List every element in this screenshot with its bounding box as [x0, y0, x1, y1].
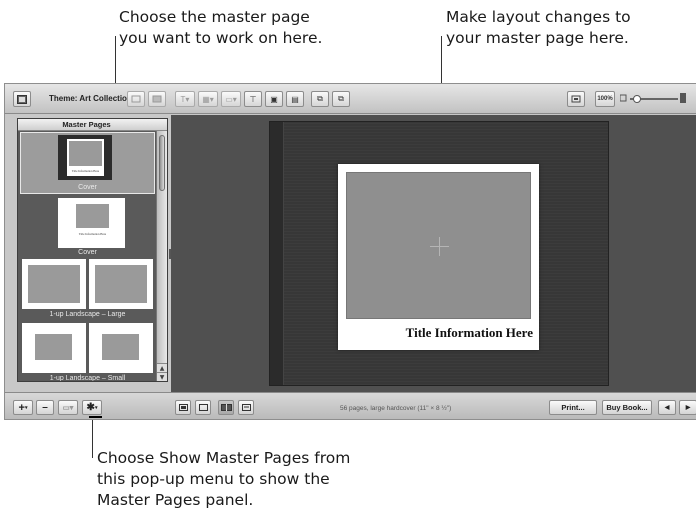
caption-box-icon: ▤: [291, 94, 299, 104]
view-single-page-button[interactable]: [175, 400, 191, 415]
toolbar: Theme: Art Collection T▾ ▦▾ ▭▾ ⊤ ▣ ▤ ⧉ ⧉: [5, 84, 696, 114]
cover-title-text[interactable]: Title Information Here: [406, 325, 533, 341]
send-backward-button[interactable]: ⧉: [332, 91, 350, 107]
scrollbar-thumb[interactable]: [159, 135, 165, 191]
popup-indicator: [89, 416, 102, 418]
action-popup-button[interactable]: ✱ ▾: [82, 400, 102, 415]
next-page-button[interactable]: ▶: [679, 400, 696, 415]
page-view-icon: [198, 404, 208, 411]
right-arrow-icon: ▶: [685, 405, 691, 411]
thumb-label: 1-up Landscape – Small: [49, 375, 126, 382]
photo-frame[interactable]: Title Information Here: [338, 164, 539, 350]
all-pages-icon: [241, 404, 251, 411]
callout-line: Master Pages panel.: [97, 491, 254, 509]
iphoto-book-window: Theme: Art Collection T▾ ▦▾ ▭▾ ⊤ ▣ ▤ ⧉ ⧉: [4, 83, 696, 420]
thumb-caption: Title Information Here: [78, 232, 107, 236]
sidebar-scrollbar[interactable]: ▲ ▼: [156, 131, 167, 381]
book-status-text: 56 pages, large hardcover (11" × 8 ½"): [340, 405, 452, 412]
buy-book-button[interactable]: Buy Book...: [602, 400, 652, 415]
text-style-button[interactable]: T▾: [175, 91, 195, 107]
design-button[interactable]: ▭▾: [221, 91, 241, 107]
view-page-button[interactable]: [195, 400, 211, 415]
zoom-slider[interactable]: [620, 93, 686, 105]
master-page-thumb-cover[interactable]: Title Information Here Cover: [18, 197, 157, 257]
single-page-view-icon: [178, 404, 188, 411]
master-page-thumb-landscape-large[interactable]: 1-up Landscape – Large: [18, 259, 157, 321]
thumb-label: 1-up Landscape – Large: [49, 311, 126, 318]
text-icon: T▾: [180, 94, 190, 104]
thumb-caption: Title Information Here: [71, 169, 100, 173]
view-spread-button[interactable]: [218, 400, 234, 415]
callout-line: Make layout changes to: [446, 8, 631, 26]
layout-canvas[interactable]: Title Information Here: [171, 115, 696, 392]
spread-view-icon: [220, 404, 232, 411]
single-page-icon: [131, 95, 141, 103]
scroll-up-arrow[interactable]: ▲: [157, 363, 167, 372]
book-spine: [270, 122, 284, 385]
crosshair-icon: [439, 237, 440, 256]
layout-single-button[interactable]: [127, 91, 145, 107]
fit-page-button[interactable]: [567, 91, 585, 107]
callout-layout-changes: Make layout changes to your master page …: [446, 7, 631, 49]
spread-page-icon: [152, 95, 162, 103]
master-page-thumb-landscape-small[interactable]: 1-up Landscape – Small: [18, 323, 157, 382]
page-type-button[interactable]: ▭▾: [58, 400, 78, 415]
design-icon: ▭▾: [225, 94, 237, 104]
add-page-button[interactable]: + ▾: [13, 400, 33, 415]
send-backward-icon: ⧉: [338, 94, 344, 103]
fit-page-icon: [571, 95, 581, 103]
callout-line: this pop-up menu to show the: [97, 470, 330, 488]
master-pages-header: Master Pages: [18, 119, 167, 131]
photo-placeholder[interactable]: [346, 172, 531, 319]
callout-line: Choose the master page: [119, 8, 310, 26]
gear-icon: ✱: [86, 402, 95, 413]
view-all-pages-button[interactable]: [238, 400, 254, 415]
text-box-icon: ⊤: [249, 94, 257, 104]
left-arrow-icon: ◀: [664, 405, 670, 411]
callout-show-master-pages: Choose Show Master Pages from this pop-u…: [97, 448, 350, 511]
add-text-button[interactable]: ⊤: [244, 91, 262, 107]
callout-line: you want to work on here.: [119, 29, 323, 47]
print-button[interactable]: Print...: [549, 400, 597, 415]
zoom-100-button[interactable]: 100%: [595, 91, 615, 107]
master-pages-list: Title Information Here Cover Title Infor…: [18, 131, 157, 381]
book-icon: [17, 94, 27, 104]
page-type-icon: ▭▾: [62, 403, 74, 412]
layout-spread-button[interactable]: [148, 91, 166, 107]
themes-button[interactable]: [13, 91, 31, 107]
background-icon: ▦▾: [202, 94, 214, 104]
callout-line: Choose Show Master Pages from: [97, 449, 351, 467]
background-button[interactable]: ▦▾: [198, 91, 218, 107]
add-caption-button[interactable]: ▤: [286, 91, 304, 107]
remove-icon: –: [42, 402, 48, 413]
add-photo-button[interactable]: ▣: [265, 91, 283, 107]
book-cover[interactable]: Title Information Here: [269, 121, 609, 386]
scroll-down-arrow[interactable]: ▼: [157, 372, 167, 381]
remove-page-button[interactable]: –: [36, 400, 54, 415]
bring-forward-icon: ⧉: [317, 94, 323, 103]
callout-line: your master page here.: [446, 29, 629, 47]
previous-page-button[interactable]: ◀: [658, 400, 676, 415]
thumb-label: Cover: [78, 249, 97, 256]
bottom-bar: + ▾ – ▭▾ ✱ ▾ 56 pages, large hardcover (11…: [5, 392, 696, 419]
master-pages-panel: Master Pages Title Information Here Cove…: [17, 118, 168, 382]
photo-box-icon: ▣: [270, 94, 278, 104]
callout-master-page: Choose the master page you want to work …: [119, 7, 322, 49]
zoom-label: 100%: [597, 96, 613, 102]
master-page-thumb-cover-selected[interactable]: Title Information Here Cover: [18, 131, 157, 195]
theme-label: Theme: Art Collection: [49, 94, 132, 103]
thumb-label: Cover: [78, 184, 97, 191]
bring-forward-button[interactable]: ⧉: [311, 91, 329, 107]
